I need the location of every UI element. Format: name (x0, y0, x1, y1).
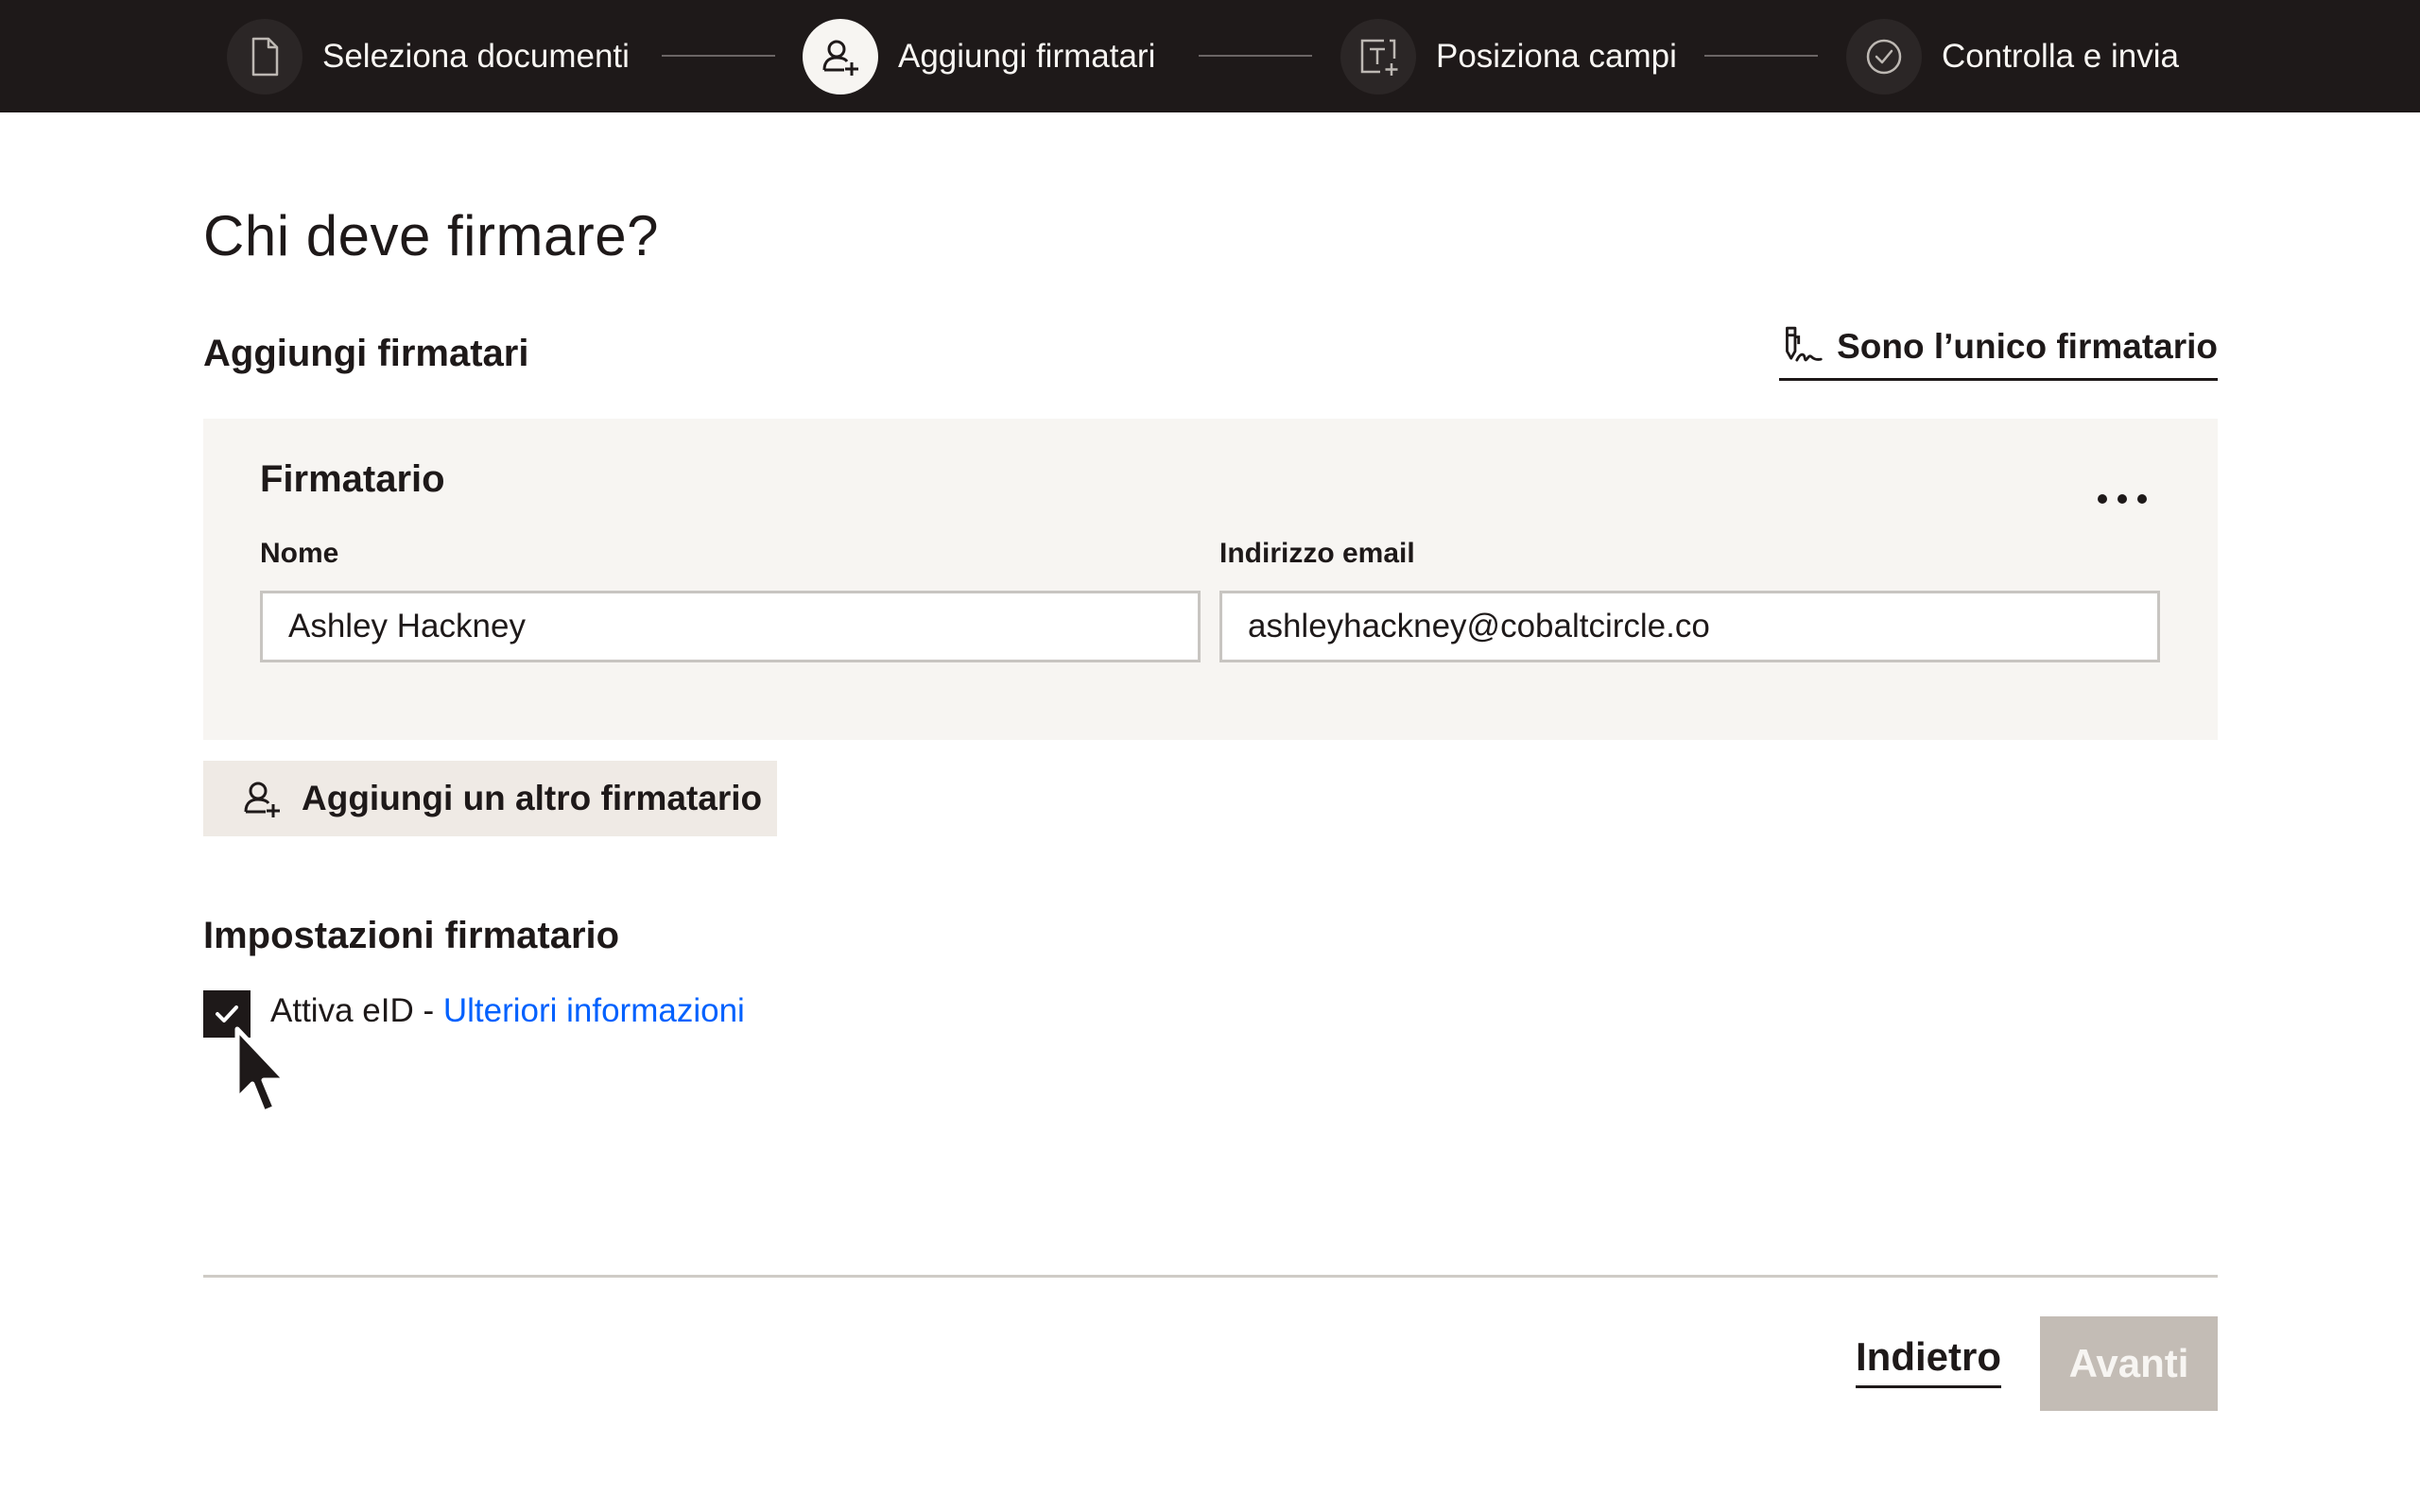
next-button[interactable]: Avanti (2040, 1316, 2218, 1411)
page-title: Chi deve firmare? (203, 204, 660, 267)
more-options-icon[interactable] (2098, 485, 2147, 513)
step-connector (662, 55, 775, 57)
step-circle (227, 19, 302, 94)
mouse-pointer-icon (234, 1026, 288, 1115)
signature-pen-icon (1786, 326, 1823, 362)
step-connector (1199, 55, 1312, 57)
eid-option-label: Attiva eID - Ulteriori informazioni (270, 992, 745, 1030)
step-label: Controlla e invia (1942, 38, 2179, 75)
step-label: Seleziona documenti (322, 38, 630, 75)
footer-divider (203, 1275, 2218, 1278)
email-input[interactable] (1219, 591, 2160, 662)
step-add-signers[interactable]: Aggiungi firmatari (803, 19, 1155, 94)
check-circle-icon (1866, 39, 1902, 75)
document-icon (251, 37, 279, 77)
more-info-link[interactable]: Ulteriori informazioni (443, 992, 745, 1029)
email-field-label: Indirizzo email (1219, 538, 1415, 569)
text-field-add-icon (1360, 39, 1398, 76)
step-circle (1340, 19, 1416, 94)
step-circle (803, 19, 878, 94)
step-label: Posiziona campi (1436, 38, 1677, 75)
step-label: Aggiungi firmatari (898, 38, 1156, 75)
step-connector (1704, 55, 1818, 57)
signer-card-title: Firmatario (260, 458, 445, 500)
section-title-signer-settings: Impostazioni firmatario (203, 915, 620, 956)
sole-signer-label: Sono l’unico firmatario (1837, 327, 2218, 366)
section-title-add-signers: Aggiungi firmatari (203, 333, 529, 374)
sole-signer-button[interactable]: Sono l’unico firmatario (1779, 323, 2218, 381)
step-review-send[interactable]: Controlla e invia (1846, 19, 2179, 94)
signer-card: Firmatario Nome Indirizzo email (203, 419, 2218, 740)
person-add-icon (822, 40, 858, 76)
step-progress-bar: Seleziona documenti Aggiungi firmatari P… (0, 0, 2420, 112)
person-add-icon (244, 782, 280, 817)
add-another-signer-button[interactable]: Aggiungi un altro firmatario (203, 761, 777, 836)
step-select-documents[interactable]: Seleziona documenti (227, 19, 630, 94)
name-input[interactable] (260, 591, 1201, 662)
name-field-label: Nome (260, 538, 339, 569)
eid-label-text: Attiva eID - (270, 992, 443, 1029)
add-another-signer-label: Aggiungi un altro firmatario (302, 779, 763, 817)
step-circle (1846, 19, 1922, 94)
back-button[interactable]: Indietro (1856, 1334, 2001, 1388)
step-place-fields[interactable]: Posiziona campi (1340, 19, 1677, 94)
